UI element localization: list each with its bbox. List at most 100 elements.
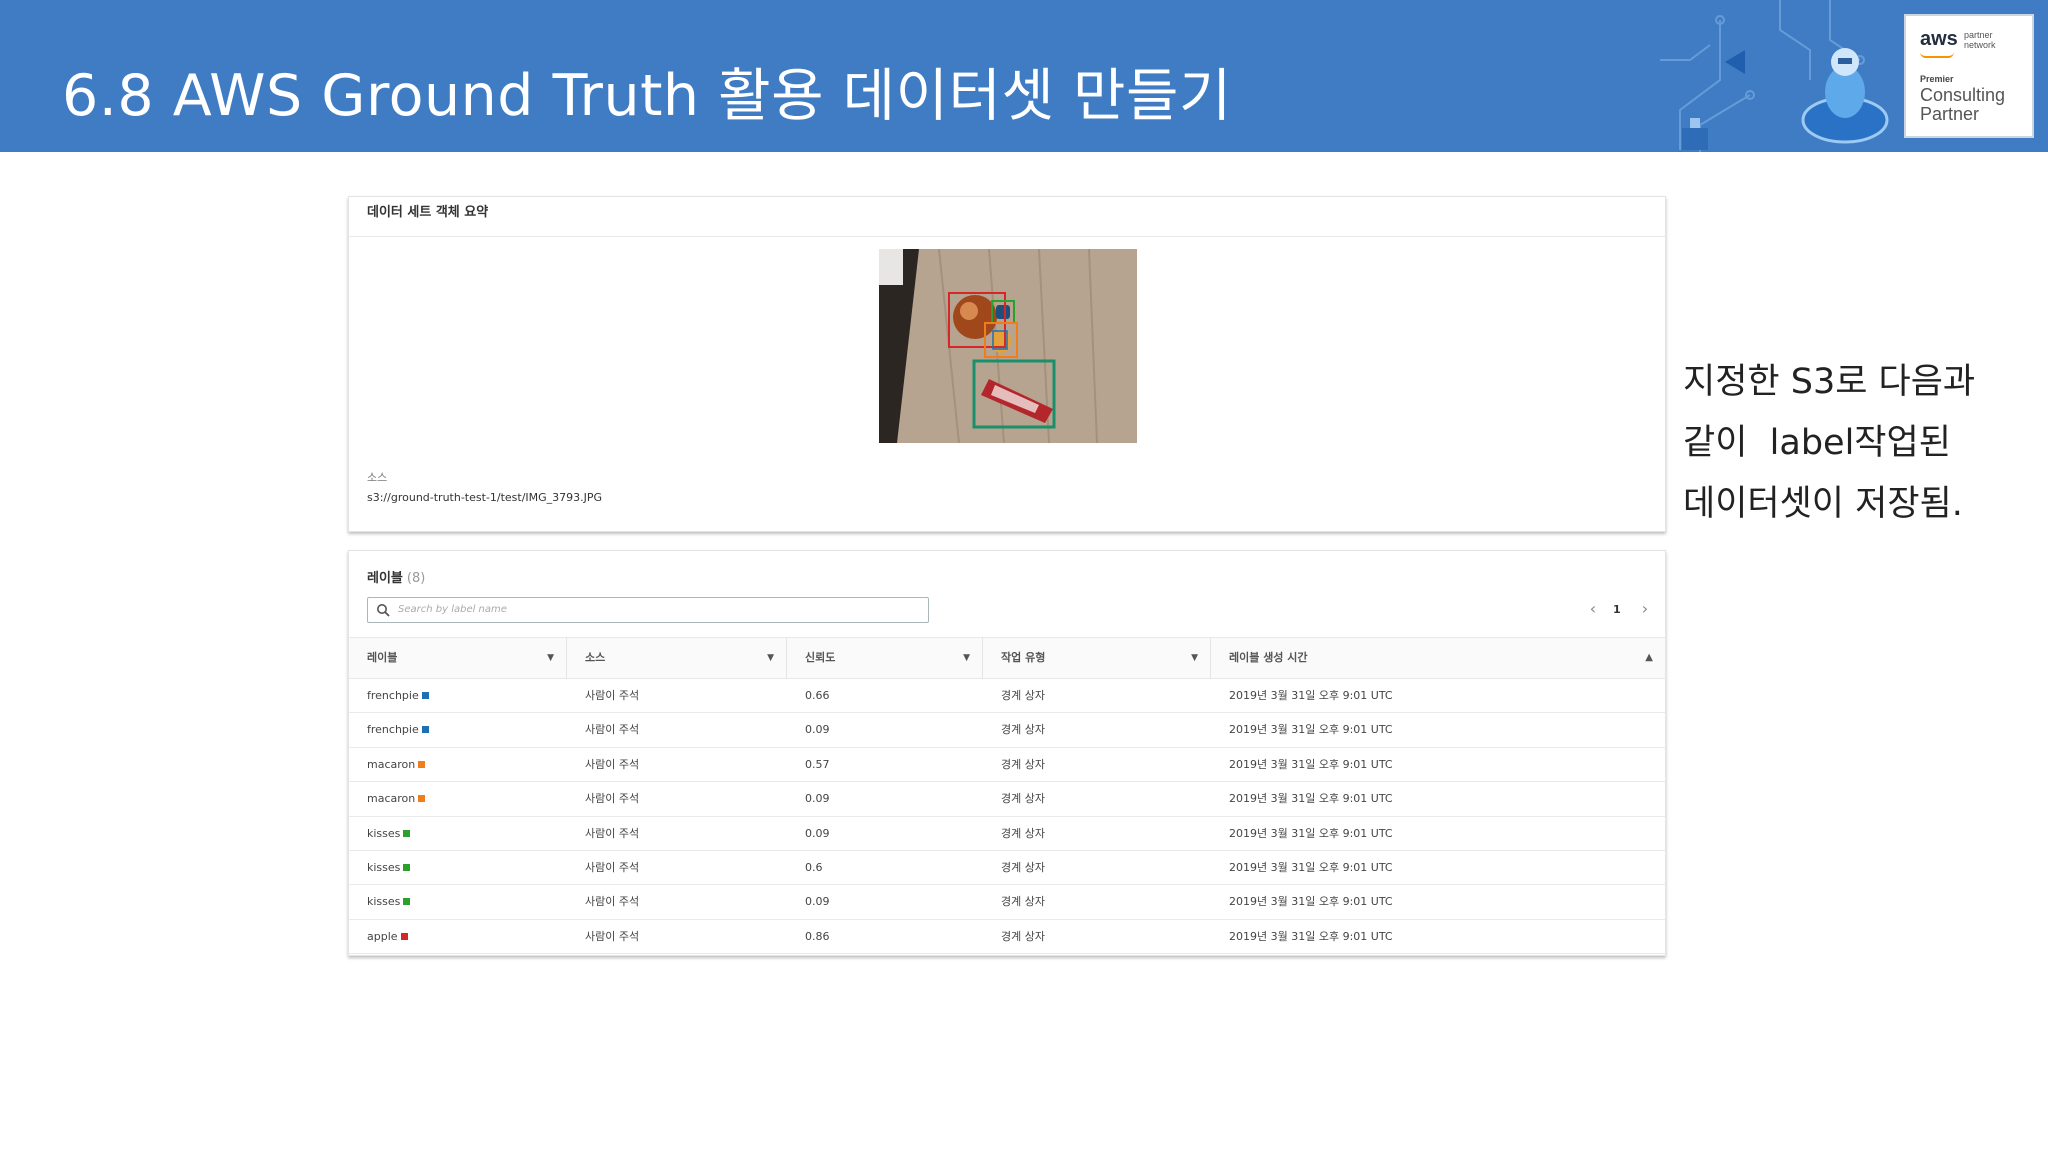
table-row[interactable]: kisses 사람이 주석 0.09 경계 상자 2019년 3월 31일 오후 9:0…: [349, 885, 1665, 920]
label-color-swatch: [403, 863, 411, 871]
type-text: 경계 상자: [1001, 860, 1045, 874]
type-text: 경계 상자: [1001, 723, 1045, 737]
caption-line: 같이 label작업된: [1683, 423, 1951, 463]
cell-source: 사람이 주석: [585, 679, 639, 713]
type-text: 경계 상자: [1001, 895, 1045, 909]
cell-confidence: 0.57: [805, 748, 830, 782]
source-text: 사람이 주석: [585, 792, 640, 806]
table-row[interactable]: frenchpie 사람이 주석 0.09 경계 상자 2019년 3월 31일 오후 …: [349, 713, 1665, 748]
labeled-image-preview[interactable]: [879, 249, 1137, 443]
cell-time: 2019년 3월 31일 오후 9:01 UTC: [1229, 920, 1393, 954]
premier-text: Premier: [1920, 74, 1954, 84]
cell-label: macaron: [367, 782, 426, 816]
cell-confidence: 0.86: [805, 920, 830, 954]
type-text: 경계 상자: [1001, 792, 1045, 806]
sort-up-icon[interactable]: ▲: [1645, 638, 1653, 678]
table-row[interactable]: apple 사람이 주석 0.86 경계 상자 2019년 3월 31일 오후 9:01…: [349, 920, 1665, 955]
label-color-swatch: [418, 760, 426, 768]
label-text: kisses: [367, 895, 401, 909]
labels-title-text: 레이블: [367, 571, 403, 586]
column-header-confidence[interactable]: 신뢰도 ▼: [787, 638, 983, 678]
column-header-source[interactable]: 소스 ▼: [567, 638, 787, 678]
cell-source: 사람이 주석: [585, 748, 639, 782]
time-text: 2019년 3월 31일 오후 9:01 UTC: [1229, 757, 1393, 771]
previous-page-icon[interactable]: ‹: [1585, 601, 1601, 619]
confidence-text: 0.57: [805, 757, 830, 771]
current-page[interactable]: 1: [1613, 603, 1621, 616]
cell-type: 경계 상자: [1001, 713, 1045, 747]
label-color-swatch: [421, 692, 429, 699]
caption-line: 지정한 S3로 다음과: [1683, 362, 1976, 402]
table-row[interactable]: kisses 사람이 주석 0.09 경계 상자 2019년 3월 31일 오후 9:0…: [349, 817, 1665, 851]
next-page-icon[interactable]: ›: [1637, 601, 1653, 619]
sort-down-icon[interactable]: ▼: [963, 638, 970, 678]
time-text: 2019년 3월 31일 오후 9:01 UTC: [1229, 689, 1393, 702]
column-task-type-text: 작업 유형: [1001, 651, 1046, 664]
source-path: s3://ground-truth-test-1/test/IMG_3793.J…: [367, 491, 603, 504]
cell-source: 사람이 주석: [585, 920, 639, 954]
source-text: 사람이 주석: [585, 895, 640, 909]
cell-type: 경계 상자: [1001, 920, 1045, 954]
summary-title: 데이터 세트 객체 요약: [349, 197, 1665, 237]
cell-confidence: 0.09: [805, 885, 830, 919]
cell-label: macaron: [367, 748, 426, 782]
column-header-label[interactable]: 레이블 ▼: [349, 638, 567, 678]
cell-label: frenchpie: [367, 679, 429, 713]
column-created-time-text: 레이블 생성 시간: [1229, 651, 1308, 664]
cell-source: 사람이 주석: [585, 782, 639, 816]
confidence-text: 0.09: [805, 792, 830, 806]
cell-time: 2019년 3월 31일 오후 9:01 UTC: [1229, 713, 1393, 747]
table-row[interactable]: frenchpie 사람이 주석 0.66 경계 상자 2019년 3월 31일 오후 …: [349, 679, 1665, 714]
cell-time: 2019년 3월 31일 오후 9:01 UTC: [1229, 679, 1393, 713]
type-text: 경계 상자: [1001, 757, 1045, 771]
column-confidence-text: 신뢰도: [805, 651, 836, 664]
cell-label: kisses: [367, 817, 411, 851]
sort-down-icon[interactable]: ▼: [1191, 638, 1198, 678]
confidence-text: 0.66: [805, 689, 830, 702]
dataset-object-summary-panel: 데이터 세트 객체 요약 소스 s3://ground-truth-test-1…: [348, 196, 1666, 532]
confidence-text: 0.09: [805, 826, 830, 840]
cell-confidence: 0.09: [805, 713, 830, 747]
labels-count: (8): [406, 571, 426, 586]
cell-confidence: 0.66: [805, 679, 830, 713]
labels-table: 레이블 ▼ 소스 ▼ 신뢰도 ▼ 작업 유형 ▼ 레이블 생성 시간 ▲ fre…: [349, 637, 1665, 955]
table-header: 레이블 ▼ 소스 ▼ 신뢰도 ▼ 작업 유형 ▼ 레이블 생성 시간 ▲: [349, 637, 1665, 679]
column-source-text: 소스: [585, 651, 606, 664]
sort-down-icon[interactable]: ▼: [547, 638, 554, 678]
cell-source: 사람이 주석: [585, 885, 639, 919]
table-row[interactable]: macaron 사람이 주석 0.57 경계 상자 2019년 3월 31일 오후 9:…: [349, 748, 1665, 783]
slide-header: 6.8 AWS Ground Truth 활용 데이터셋 만들기 aws par…: [0, 0, 2048, 152]
table-row[interactable]: kisses 사람이 주석 0.6 경계 상자 2019년 3월 31일 오후 9:01…: [349, 851, 1665, 886]
cell-time: 2019년 3월 31일 오후 9:01 UTC: [1229, 885, 1393, 919]
cell-source: 사람이 주석: [585, 713, 639, 747]
table-row[interactable]: macaron 사람이 주석 0.09 경계 상자 2019년 3월 31일 오후 9:…: [349, 782, 1665, 817]
column-header-task-type[interactable]: 작업 유형 ▼: [983, 638, 1211, 678]
label-text: frenchpie: [367, 689, 419, 702]
label-color-swatch: [400, 932, 408, 940]
labels-title: 레이블 (8): [367, 567, 425, 586]
cell-type: 경계 상자: [1001, 851, 1045, 885]
label-text: macaron: [367, 792, 416, 806]
circuit-decoration-icon: [1660, 0, 1889, 152]
label-color-swatch: [421, 726, 429, 734]
sort-down-icon[interactable]: ▼: [767, 638, 774, 678]
label-text: kisses: [367, 826, 401, 840]
cell-time: 2019년 3월 31일 오후 9:01 UTC: [1229, 782, 1393, 816]
time-text: 2019년 3월 31일 오후 9:01 UTC: [1229, 895, 1393, 909]
consulting-partner-text: Consulting Partner: [1920, 86, 2005, 124]
label-search-input[interactable]: Search by label name: [367, 597, 929, 623]
time-text: 2019년 3월 31일 오후 9:01 UTC: [1229, 929, 1393, 943]
confidence-text: 0.09: [805, 895, 830, 909]
cell-label: apple: [367, 920, 408, 954]
source-text: 사람이 주석: [585, 929, 640, 943]
source-text: 사람이 주석: [585, 757, 640, 771]
cell-type: 경계 상자: [1001, 748, 1045, 782]
column-header-created-time[interactable]: 레이블 생성 시간 ▲: [1211, 638, 1665, 678]
confidence-text: 0.86: [805, 929, 830, 943]
pagination: ‹ 1 ›: [1585, 601, 1655, 621]
cell-source: 사람이 주석: [585, 817, 639, 851]
label-color-swatch: [403, 829, 411, 837]
cell-label: kisses: [367, 885, 411, 919]
cell-source: 사람이 주석: [585, 851, 639, 885]
confidence-text: 0.09: [805, 723, 830, 737]
